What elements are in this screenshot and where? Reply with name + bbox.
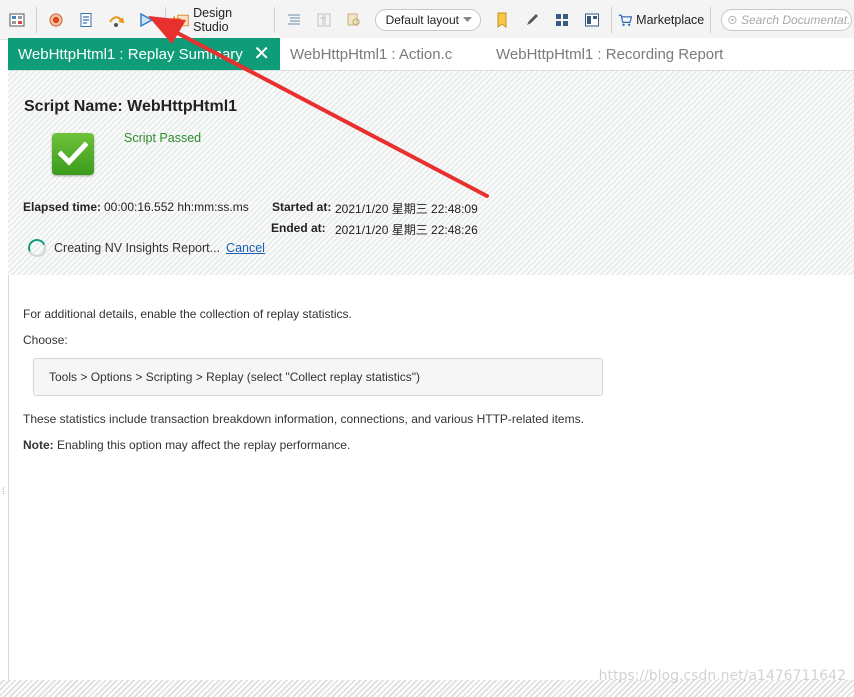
chevron-down-icon	[462, 16, 472, 22]
pen-icon[interactable]	[519, 6, 545, 34]
shopping-cart-icon	[618, 14, 633, 26]
grid-view-icon[interactable]	[549, 6, 575, 34]
status-text: Script Passed	[124, 131, 202, 145]
elapsed-value: 00:00:16.552 hh:mm:ss.ms	[104, 200, 249, 214]
passed-check-icon	[52, 133, 94, 175]
outline-list-icon[interactable]	[281, 6, 307, 34]
design-studio-button[interactable]: Design Studio	[171, 5, 268, 34]
tab-label: WebHttpHtml1 : Recording Report	[496, 45, 724, 63]
note-line: Note: Enabling this option may affect th…	[23, 438, 350, 452]
toolbar-separator	[710, 6, 712, 33]
tab-label: WebHttpHtml1 : Action.c	[290, 45, 453, 63]
window-layout-icon[interactable]	[579, 6, 605, 34]
toolbar-separator	[610, 6, 612, 33]
menu-path-box: Tools > Options > Scripting > Replay (se…	[33, 358, 603, 396]
toolbar-separator	[164, 6, 166, 33]
watermark-text: https://blog.csdn.net/a1476711642	[598, 668, 846, 684]
info-line-2: These statistics include transaction bre…	[23, 412, 584, 426]
layout-select[interactable]: Default layout	[374, 8, 481, 31]
script-name-value: WebHttpHtml1	[127, 98, 238, 115]
script-name-heading: Script Name: WebHttpHtml1	[24, 98, 237, 116]
ended-value: 2021/1/20 星期三 22:48:26	[335, 223, 478, 237]
tab-label: WebHttpHtml1 : Replay Summary	[18, 45, 243, 63]
note-text: Enabling this option may affect the repl…	[53, 438, 351, 452]
tab-replay-summary[interactable]: WebHttpHtml1 : Replay Summary ✕	[8, 38, 280, 70]
choose-label: Choose:	[23, 333, 68, 347]
design-studio-icon	[171, 14, 189, 26]
layout-select-value: Default layout	[385, 12, 459, 27]
elapsed-label: Elapsed time:	[23, 200, 102, 214]
splitter-grip-icon[interactable]: ⁞	[2, 486, 5, 496]
toolbar-separator	[36, 6, 37, 33]
ended-label: Ended at:	[271, 221, 326, 235]
search-script-icon[interactable]	[341, 6, 367, 34]
progress-row: Creating NV Insights Report... Cancel	[25, 236, 265, 260]
script-name-label: Script Name:	[24, 98, 123, 115]
close-icon[interactable]: ✕	[253, 44, 270, 64]
replay-summary-panel: Script Name: WebHttpHtml1 Script Passed …	[8, 70, 854, 275]
started-value: 2021/1/20 星期三 22:48:09	[335, 202, 478, 216]
record-icon[interactable]	[43, 6, 69, 34]
play-replay-icon[interactable]	[133, 6, 159, 34]
main-toolbar: Design Studio Default layout Marketplace	[0, 0, 854, 40]
note-label: Note:	[23, 438, 54, 452]
loading-spinner-icon	[25, 236, 49, 260]
toolbar-separator	[273, 6, 275, 33]
search-documentation-input[interactable]	[740, 12, 851, 27]
pane-divider	[8, 275, 9, 680]
bookmark-icon[interactable]	[489, 6, 515, 34]
marketplace-label: Marketplace	[636, 12, 705, 27]
progress-text: Creating NV Insights Report...	[54, 241, 221, 255]
script-grid-icon[interactable]	[4, 6, 30, 34]
step-over-icon[interactable]	[103, 6, 129, 34]
tab-action-c[interactable]: WebHttpHtml1 : Action.c	[280, 38, 486, 70]
marketplace-button[interactable]: Marketplace	[618, 6, 704, 34]
editor-tabs: WebHttpHtml1 : Replay Summary ✕ WebHttpH…	[8, 38, 854, 70]
cancel-link[interactable]: Cancel	[226, 241, 265, 255]
started-label: Started at:	[272, 200, 332, 214]
compare-icon[interactable]	[311, 6, 337, 34]
script-file-icon[interactable]	[73, 6, 99, 34]
search-dropdown-icon[interactable]	[728, 15, 737, 25]
info-line-1: For additional details, enable the colle…	[23, 307, 352, 321]
search-documentation-box[interactable]	[721, 8, 852, 31]
menu-path-text: Tools > Options > Scripting > Replay (se…	[49, 370, 421, 384]
tab-recording-report[interactable]: WebHttpHtml1 : Recording Report	[486, 38, 746, 70]
design-studio-label: Design Studio	[193, 5, 233, 34]
